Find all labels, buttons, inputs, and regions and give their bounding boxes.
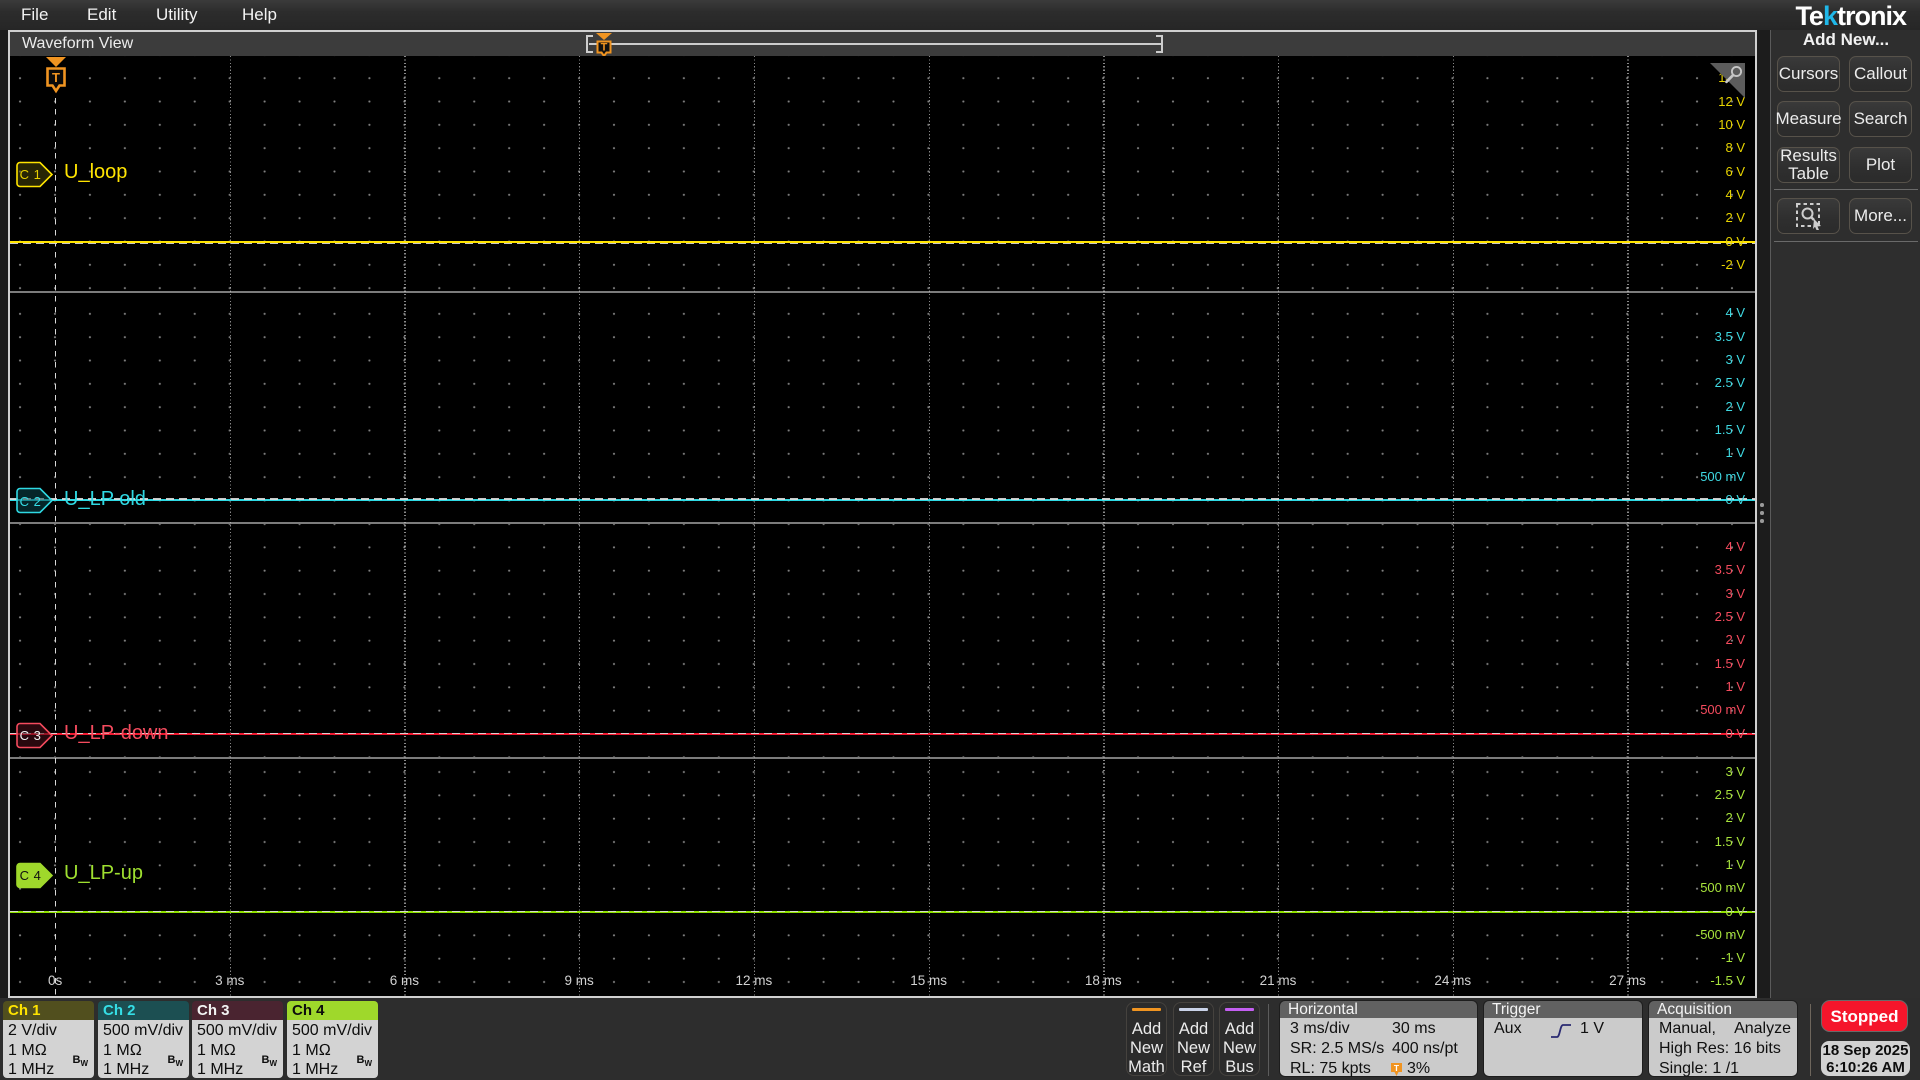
svg-text:T: T [601,42,608,54]
svg-text:T: T [52,70,60,85]
svg-text:T: T [1394,1063,1400,1073]
